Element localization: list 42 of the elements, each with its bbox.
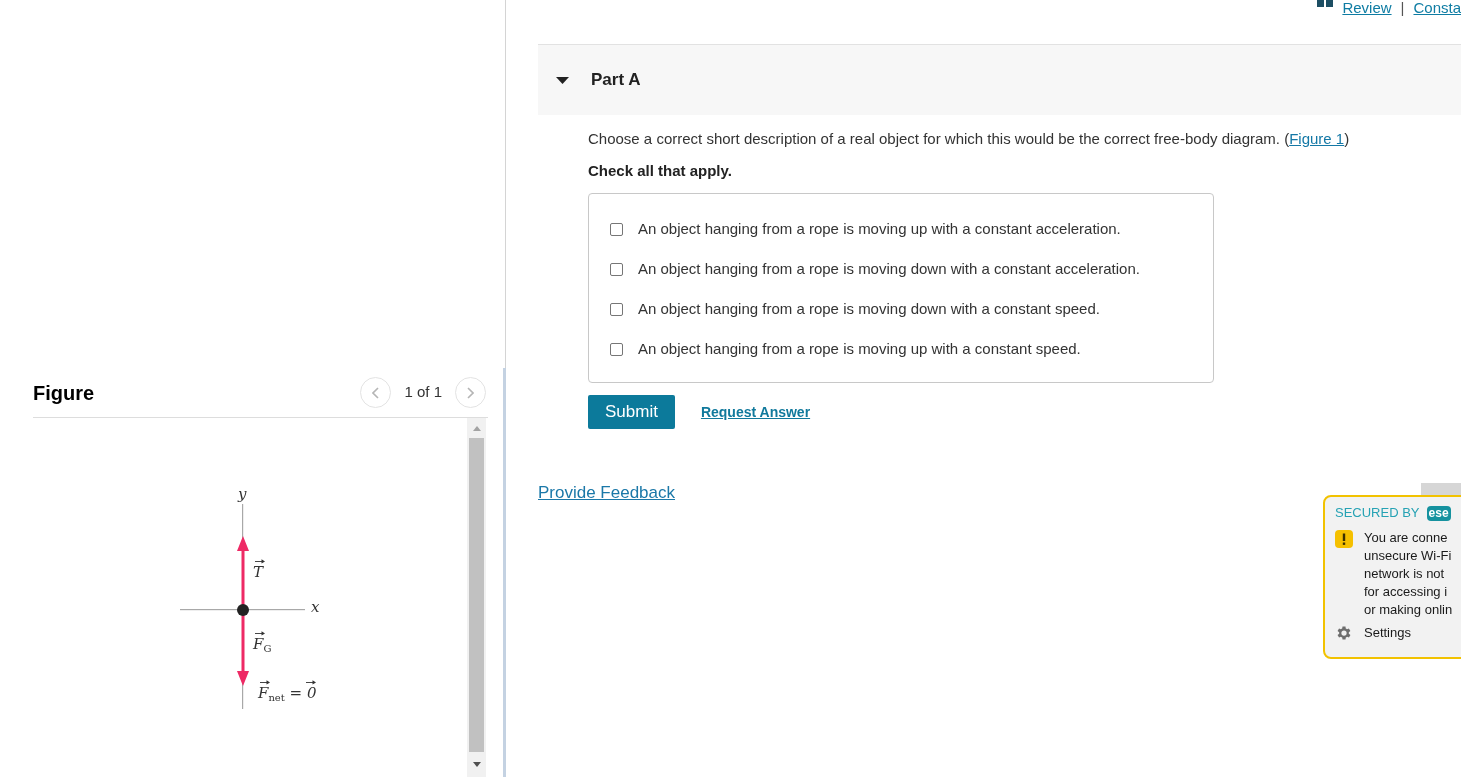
part-header[interactable]: Part A	[538, 44, 1461, 115]
brand-logo: ese	[1426, 505, 1451, 521]
settings-link[interactable]: Settings	[1364, 623, 1411, 643]
scroll-down-icon[interactable]	[472, 762, 481, 767]
instruction-text: Check all that apply.	[588, 161, 733, 181]
axis-label: x	[311, 598, 320, 616]
request-answer-link[interactable]: Request Answer	[700, 401, 811, 423]
checkbox[interactable]	[610, 342, 623, 356]
axis-label: y	[238, 485, 247, 503]
option-label: An object hanging from a rope is moving down with a constant acceleration.	[638, 258, 1140, 279]
submit-button[interactable]: Submit	[588, 395, 675, 429]
warning-icon	[1335, 530, 1353, 548]
review-link[interactable]: Review	[1342, 0, 1392, 15]
scrollbar-thumb[interactable]	[469, 438, 484, 752]
particle-dot-icon	[237, 604, 249, 616]
chevron-left-icon	[372, 386, 380, 399]
warning-message-line: unsecure Wi-Fi	[1364, 547, 1453, 565]
figure-title: Figure	[33, 380, 95, 406]
scrollbar[interactable]	[467, 418, 486, 777]
warning-message-line: for accessing i	[1364, 583, 1449, 601]
figure-link[interactable]: Figure 1	[1289, 130, 1345, 147]
question-text: Choose a correct short description of a real object for which this would be the correct free-body diagram. (Figure 1)	[588, 129, 1351, 149]
net-force-label: F$_{net}$ = 0	[258, 685, 317, 701]
checkbox[interactable]	[610, 302, 623, 316]
checkbox[interactable]	[610, 262, 623, 276]
option-label: An object hanging from a rope is moving down with a constant speed.	[638, 298, 1100, 319]
option-label: An object hanging from a rope is moving up with a constant acceleration.	[638, 218, 1121, 239]
warning-message-line: You are conne	[1364, 529, 1449, 547]
settings-icon	[1335, 623, 1353, 642]
chevron-right-icon	[467, 386, 474, 399]
secured-by-text: SECURED BY	[1335, 504, 1420, 523]
feedback-link[interactable]: Provide Feedback	[538, 483, 676, 503]
constants-link[interactable]: Consta	[1413, 0, 1461, 15]
warning-message-line: or making onlin	[1364, 601, 1453, 619]
page-counter: 1 of 1	[404, 382, 442, 403]
book-icon	[1317, 0, 1334, 8]
warning-message-line: network is not	[1364, 565, 1446, 583]
link-separator: |	[1400, 0, 1405, 15]
force-label: T	[253, 564, 263, 580]
checkbox[interactable]	[610, 222, 623, 236]
force-label: F$_{G}$	[253, 636, 272, 652]
option-label: An object hanging from a rope is moving up with a constant speed.	[638, 338, 1081, 359]
